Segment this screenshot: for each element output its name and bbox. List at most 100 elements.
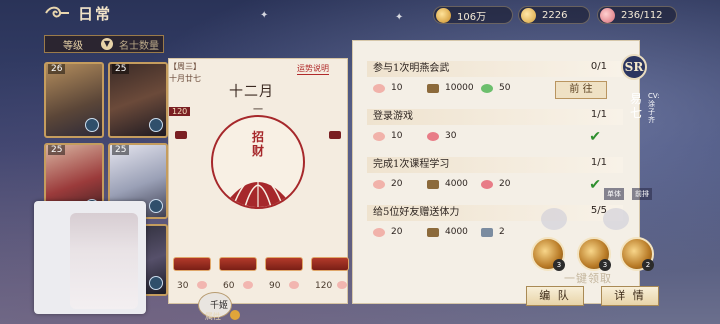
book-icon — [427, 227, 439, 237]
detail-button[interactable]: 详 情 — [601, 286, 659, 306]
reward-value: 4000 — [445, 179, 468, 189]
attribute-label: 属性 — [205, 312, 221, 321]
flower-icon — [427, 131, 439, 141]
reward-value: 20 — [499, 179, 511, 189]
task-reward: 20 — [481, 179, 510, 189]
feather-icon — [521, 7, 536, 23]
skill-icon[interactable]: 2 — [620, 237, 654, 271]
seal-text: 财 — [251, 144, 264, 158]
task-reward: 20 — [373, 179, 402, 189]
task-title: 参与1次明燕会武 — [367, 61, 623, 77]
chevron-down-icon[interactable]: ▼ — [101, 38, 113, 50]
eye-icon[interactable] — [149, 199, 163, 213]
card-level: 25 — [112, 64, 130, 74]
book-icon — [427, 179, 439, 189]
sort-filter[interactable]: 等级 ▼ 名士数量 — [44, 35, 164, 53]
fortune-info-link[interactable]: 运势说明 — [297, 63, 329, 75]
eye-icon[interactable] — [149, 118, 163, 132]
task-reward: 2 — [481, 227, 505, 237]
go-button[interactable]: 前 往 — [555, 81, 607, 99]
reward-chest-icon[interactable] — [173, 257, 211, 271]
role-tag: 单体 — [604, 188, 624, 200]
reward-value: 10000 — [445, 83, 474, 93]
card-level: 25 — [112, 145, 130, 155]
task-reward: 10 — [373, 83, 402, 93]
calendar-tab-value: 120 — [169, 107, 191, 116]
flower-resource[interactable]: 236/112 — [597, 6, 677, 24]
calendar-day: 一 — [253, 105, 263, 116]
seal-text: 招 — [251, 130, 264, 144]
feather-resource[interactable]: 2226 — [518, 6, 590, 24]
filter-label: 等级 — [63, 40, 83, 52]
calendar-month: 十二月 — [229, 84, 274, 100]
slot-button[interactable] — [603, 208, 629, 230]
petal-icon — [373, 179, 385, 189]
petal-icon — [243, 281, 253, 289]
fortune-seal: 招 财 — [211, 115, 305, 209]
voice-actor-label: CV:涂子齐 — [648, 92, 660, 124]
petal-icon — [373, 83, 385, 93]
card-level: 26 — [48, 64, 66, 74]
fortune-calendar: 【周三】 十月廿七 运势说明 120 十二月 一 招 财 30 60 90 12… — [168, 58, 349, 304]
task-title: 给5位好友赠送体力 — [367, 205, 623, 221]
character-card[interactable]: 26 — [44, 62, 104, 138]
reward-chest-icon[interactable] — [219, 257, 257, 271]
reward-value: 2 — [499, 227, 505, 237]
task-reward: 10 — [373, 131, 402, 141]
gold-value: 106万 — [457, 11, 487, 23]
petal-icon — [197, 281, 207, 289]
back-icon[interactable] — [44, 4, 70, 22]
task-progress: 1/1 — [590, 109, 607, 120]
task-item: 登录游戏 1/1 10 30 ✔ — [359, 103, 635, 151]
avatar-label: 千姬 — [210, 301, 229, 311]
flower-icon — [600, 7, 615, 23]
character-name: 易七 — [629, 92, 642, 120]
rarity-badge: SR — [621, 54, 647, 80]
feather-value: 2226 — [542, 9, 568, 21]
task-progress: 1/1 — [590, 157, 607, 168]
flower-value: 236/112 — [621, 9, 663, 21]
thumbnail-preview — [70, 213, 138, 309]
check-icon: ✔ — [589, 129, 601, 145]
reward-value: 30 — [445, 131, 457, 141]
book-icon — [427, 83, 439, 93]
reward-value: 10 — [391, 131, 403, 141]
petal-icon — [373, 131, 385, 141]
reward-value: 10 — [391, 83, 403, 93]
task-title: 完成1次课程学习 — [367, 157, 623, 173]
reward-threshold: 30 — [177, 281, 189, 291]
gold-resource[interactable]: 106万 — [433, 6, 513, 24]
reward-chest-icon[interactable] — [311, 257, 349, 271]
attribute-icon — [230, 310, 240, 320]
calendar-lunar-date: 十月廿七 — [169, 74, 201, 83]
reward-threshold: 60 — [223, 281, 235, 291]
reward-value: 4000 — [445, 227, 468, 237]
skill-icon[interactable]: 3 — [577, 237, 611, 271]
character-card[interactable]: 25 — [108, 62, 168, 138]
task-reward: 4000 — [427, 227, 468, 237]
claim-all-button[interactable]: 一键领取 — [564, 270, 612, 286]
task-title: 登录游戏 — [367, 109, 623, 125]
task-reward: 50 — [481, 83, 510, 93]
reward-value: 50 — [499, 83, 511, 93]
flower-icon — [481, 179, 493, 189]
screen-overlay-thumbnail[interactable] — [34, 201, 146, 314]
reward-chest-icon[interactable] — [265, 257, 303, 271]
reward-threshold: 120 — [315, 281, 333, 291]
scroll-icon — [481, 227, 493, 237]
task-progress: 0/1 — [590, 61, 607, 72]
jade-icon — [481, 83, 493, 93]
reward-value: 20 — [391, 179, 403, 189]
filter-label-secondary: 名士数量 — [119, 40, 159, 52]
eye-icon[interactable] — [149, 276, 163, 290]
team-button[interactable]: 编 队 — [526, 286, 584, 306]
check-icon: ✔ — [589, 177, 601, 193]
page-title: 日常 — [78, 5, 113, 23]
skill-icon[interactable]: 3 — [531, 237, 565, 271]
reward-value: 20 — [391, 227, 403, 237]
card-level: 25 — [48, 145, 66, 155]
eye-icon[interactable] — [85, 118, 99, 132]
slot-button[interactable] — [541, 208, 567, 230]
divider-ornament — [175, 131, 187, 139]
task-item: 完成1次课程学习 1/1 20 4000 20 ✔ — [359, 151, 635, 199]
